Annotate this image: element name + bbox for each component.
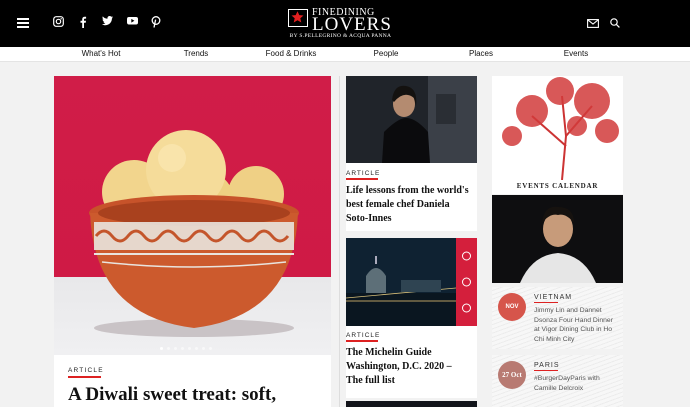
tag-underline [346, 178, 378, 180]
nav-food-drinks[interactable]: Food & Drinks [266, 49, 317, 58]
chef-portrait-image[interactable] [492, 195, 623, 283]
star-logo-icon [288, 9, 308, 27]
event-description[interactable]: Jimmy Lin and Dannet Dsonza Four Hand Di… [534, 306, 619, 344]
carousel-dot[interactable] [160, 347, 163, 350]
menu-icon[interactable] [17, 18, 29, 28]
article-card-daniela[interactable]: ARTICLE Life lessons from the world's be… [346, 76, 477, 231]
instagram-icon[interactable] [53, 16, 65, 28]
event-city-underline [534, 370, 558, 372]
article-card-michelin-dc[interactable]: ARTICLE The Michelin Guide Washington, D… [346, 238, 477, 398]
paris-date-icon: 27 Oct [498, 361, 526, 389]
vietnam-date-icon: NOV [498, 293, 526, 321]
top-header-bar: FINEDINING LOVERS BY S.PELLEGRINO & ACQU… [0, 0, 690, 47]
carousel-dot[interactable] [167, 347, 170, 350]
nav-trends[interactable]: Trends [184, 49, 209, 58]
nav-people[interactable]: People [374, 49, 399, 58]
events-calendar-banner[interactable]: EVENTS CALENDAR [492, 76, 623, 194]
carousel-dot[interactable] [195, 347, 198, 350]
carousel-dot[interactable] [181, 347, 184, 350]
article-image-washington[interactable] [346, 238, 477, 326]
article-image-chef[interactable] [346, 76, 477, 163]
nav-whats-hot[interactable]: What's Hot [82, 49, 121, 58]
hero-article-tag[interactable]: ARTICLE [68, 367, 104, 374]
article-title[interactable]: Life lessons from the world's best femal… [346, 184, 474, 226]
article-tag[interactable]: ARTICLE [346, 170, 380, 177]
pinterest-icon[interactable] [151, 16, 163, 28]
carousel-dot[interactable] [202, 347, 205, 350]
mail-icon[interactable] [587, 15, 599, 33]
hero-article-title[interactable]: A Diwali sweet treat: soft, [68, 384, 276, 406]
article-title[interactable]: The Michelin Guide Washington, D.C. 2020… [346, 346, 470, 388]
search-icon[interactable] [610, 15, 620, 33]
event-description[interactable]: #BurgerDayParis with Camille Delcroix [534, 374, 619, 393]
tag-underline [346, 340, 378, 342]
carousel-dots [160, 337, 216, 355]
event-city[interactable]: PARIS [534, 362, 560, 369]
nav-places[interactable]: Places [469, 49, 493, 58]
carousel-dot[interactable] [209, 347, 212, 350]
carousel-dot[interactable] [188, 347, 191, 350]
youtube-icon[interactable] [127, 16, 139, 28]
hero-image-diwali-sweets[interactable] [54, 76, 331, 355]
column-divider [339, 76, 340, 407]
facebook-icon[interactable] [79, 16, 91, 28]
nav-events[interactable]: Events [564, 49, 588, 58]
event-city[interactable]: VIETNAM [534, 294, 572, 301]
event-date-text: 27 Oct [502, 371, 522, 379]
event-item-paris[interactable]: 27 Oct PARIS #BurgerDayParis with Camill… [492, 355, 623, 407]
main-navigation: What's Hot Trends Food & Drinks People P… [0, 47, 690, 62]
hero-article-card[interactable]: ARTICLE A Diwali sweet treat: soft, [54, 76, 331, 407]
events-calendar-label[interactable]: EVENTS CALENDAR [492, 182, 623, 190]
site-logo[interactable]: FINEDINING LOVERS BY S.PELLEGRINO & ACQU… [288, 6, 393, 42]
article-tag[interactable]: ARTICLE [346, 332, 380, 339]
logo-tagline: BY S.PELLEGRINO & ACQUA PANNA [289, 33, 392, 39]
twitter-icon[interactable] [102, 16, 114, 28]
event-item-vietnam[interactable]: NOV VIETNAM Jimmy Lin and Dannet Dsonza … [492, 287, 623, 349]
next-article-image[interactable] [346, 401, 477, 407]
event-city-underline [534, 302, 558, 304]
event-date-text: NOV [505, 304, 519, 310]
carousel-dot[interactable] [174, 347, 177, 350]
tag-underline [68, 376, 101, 378]
